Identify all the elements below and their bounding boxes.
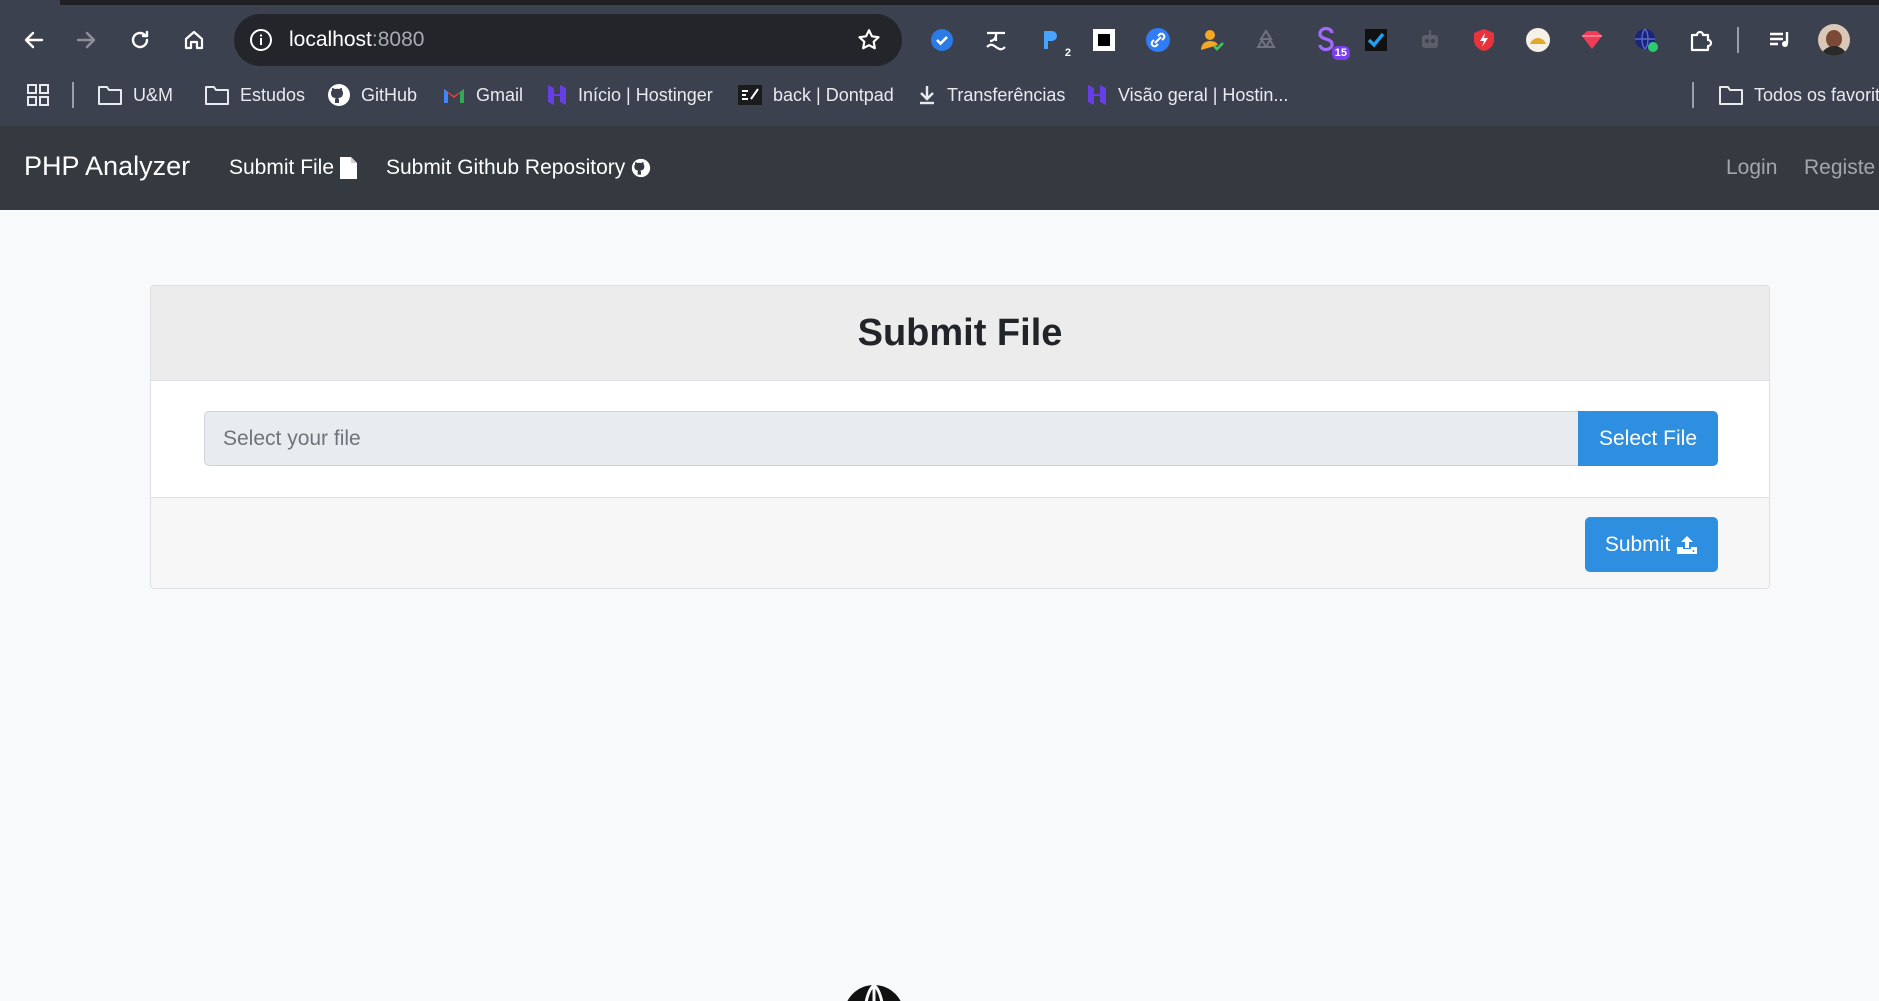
url-text[interactable]: localhost:8080 [289,28,424,52]
nav-register[interactable]: Registe [1804,156,1875,180]
nav-submit-file[interactable]: Submit File [229,156,358,180]
forward-button[interactable] [68,22,104,58]
bolt-shield-icon[interactable] [1468,24,1500,56]
arrow-right-icon [76,31,96,49]
bookmark-label: Início | Hostinger [578,84,713,105]
bookmark-label: back | Dontpad [773,84,894,105]
file-icon [340,157,358,179]
translate-icon[interactable] [980,24,1012,56]
submit-button[interactable]: Submit [1585,517,1718,572]
bookmark-star-icon[interactable] [856,27,882,58]
submit-file-card: Submit File Select your file Select File… [150,285,1770,589]
bookmark-item[interactable]: Gmail [442,76,523,114]
hostinger-icon [1088,85,1106,105]
hostinger-icon [548,85,566,105]
arrow-left-icon [24,31,44,49]
brand-link[interactable]: PHP Analyzer [24,151,190,182]
robot-icon[interactable] [1414,24,1446,56]
bookmarks-divider [1692,82,1694,108]
bookmark-label: U&M [133,84,173,105]
s-icon-badge: 15 [1331,46,1350,60]
browser-chrome: localhost:8080 2 15 U&M Estudos GitHub G… [0,0,1879,126]
puzzle-icon[interactable] [1684,24,1716,56]
square-icon[interactable] [1088,24,1120,56]
bookmark-item[interactable]: Estudos [204,76,305,114]
link-icon[interactable] [1142,24,1174,56]
app-navbar: PHP Analyzer Submit File Submit Github R… [0,126,1879,210]
url-port: :8080 [371,28,425,51]
folder-icon [1719,86,1743,105]
upload-icon [1677,535,1698,554]
bookmark-item[interactable]: Transferências [917,76,1065,114]
footer-globe-icon [842,983,906,1001]
bookmark-item[interactable]: GitHub [327,76,417,114]
bookmark-label: Todos os favorit [1754,84,1879,105]
bookmark-item[interactable]: Visão geral | Hostin... [1086,76,1288,114]
p-icon-badge: 2 [1064,47,1071,59]
download-icon [920,86,934,105]
github-icon [632,158,651,178]
address-bar[interactable]: localhost:8080 [234,14,902,66]
nav-submit-repo[interactable]: Submit Github Repository [386,156,651,180]
folder-icon [205,86,229,105]
bookmark-label: Visão geral | Hostin... [1118,84,1289,105]
nav-submit-repo-label: Submit Github Repository [386,156,626,179]
bookmark-item[interactable]: Início | Hostinger [546,76,713,114]
file-input-placeholder: Select your file [223,427,361,450]
back-button[interactable] [16,22,52,58]
p-icon[interactable]: 2 [1034,24,1071,59]
folder-icon [98,86,122,105]
apps-grid-icon[interactable] [26,76,50,114]
reload-button[interactable] [122,22,158,58]
bookmark-item[interactable]: U&M [97,76,173,114]
dontpad-icon [738,85,762,105]
nav-submit-file-label: Submit File [229,156,335,179]
nav-login[interactable]: Login [1726,156,1777,180]
bookmark-item[interactable]: back | Dontpad [737,76,894,114]
submit-button-label: Submit [1604,532,1671,556]
site-info-icon[interactable] [248,27,274,58]
gmail-icon [444,89,464,103]
home-button[interactable] [176,22,212,58]
card-header: Submit File [151,286,1769,381]
bookmark-label: Gmail [476,84,524,105]
card-title: Submit File [857,311,1063,354]
url-host: localhost [289,28,372,51]
globe-icon[interactable] [1630,24,1662,56]
bookmarks-bar: U&M Estudos GitHub Gmail Início | Hostin… [0,76,1879,114]
home-icon [184,30,204,50]
card-footer: Submit [151,497,1769,588]
person-check-icon[interactable] [1196,24,1228,56]
bookmark-label: GitHub [361,84,418,105]
s-icon[interactable]: 15 [1310,24,1350,60]
checkbox-icon[interactable] [1360,24,1392,56]
bookmark-item[interactable]: Todos os favorit [1718,76,1879,114]
bookmarks-divider [72,82,74,108]
media-queue-icon[interactable] [1764,24,1796,56]
tab-strip [0,0,1879,5]
toolbar-divider [1737,27,1739,53]
file-input[interactable]: Select your file [204,411,1579,466]
card-body: Select your file Select File [151,381,1769,502]
bookmark-label: Transferências [947,84,1066,105]
bookmark-label: Estudos [240,84,306,105]
check-circle-icon[interactable] [926,24,958,56]
cookie-icon[interactable] [1522,24,1554,56]
profile-avatar[interactable] [1818,24,1850,56]
github-icon [328,84,350,106]
gem-icon[interactable] [1576,24,1608,56]
recycle-icon[interactable] [1250,24,1282,56]
reload-icon [131,30,149,49]
select-file-button[interactable]: Select File [1578,411,1718,466]
